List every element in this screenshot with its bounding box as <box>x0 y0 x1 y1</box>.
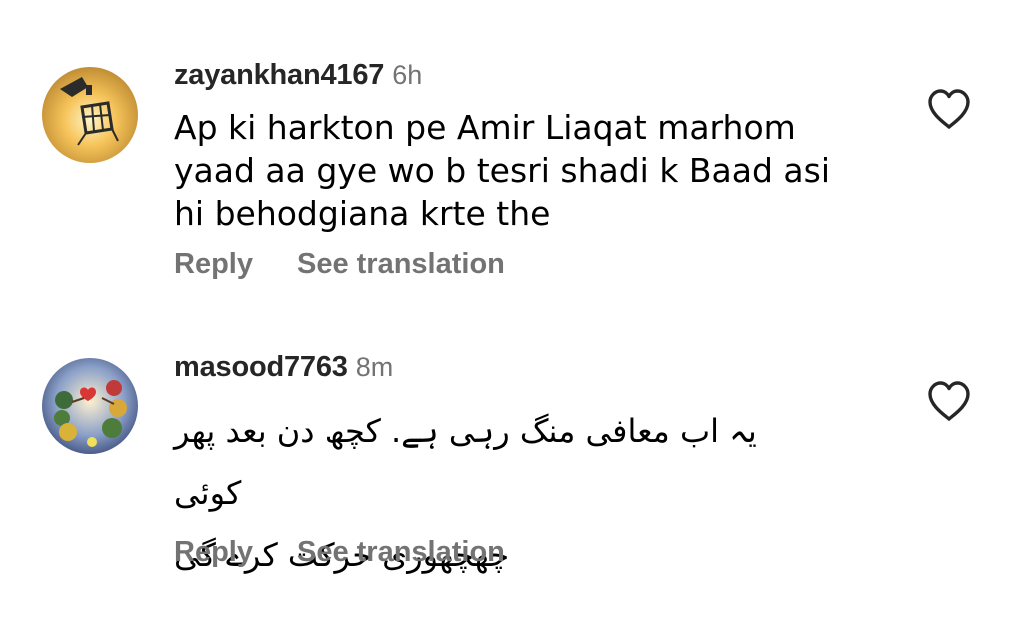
username[interactable]: zayankhan4167 <box>174 59 384 91</box>
avatar[interactable] <box>42 67 138 163</box>
comment-text-line: hi behodgiana krte the <box>174 194 551 233</box>
avatar[interactable] <box>42 358 138 454</box>
comment-text: Ap ki harkton pe Amir Liaqat marhom yaad… <box>174 106 894 235</box>
avatar-image <box>42 358 138 454</box>
see-translation-button[interactable]: See translation <box>297 536 505 568</box>
timestamp: 6h <box>392 60 423 90</box>
comment-actions: Reply See translation <box>174 248 505 281</box>
reply-button[interactable]: Reply <box>174 248 253 280</box>
timestamp: 8m <box>355 352 394 382</box>
comment-header: zayankhan4167 6h <box>174 58 422 93</box>
comment-text-line: yaad aa gye wo b tesri shadi k Baad asi <box>174 151 831 190</box>
avatar-image <box>42 67 138 163</box>
comment-text-line: Ap ki harkton pe Amir Liaqat marhom <box>174 108 796 147</box>
comment-text-line: یہ اب معافی منگ رہی ہے. کچھ دن بعد پھر ک… <box>174 412 757 512</box>
comment-item: zayankhan4167 6h Ap ki harkton pe Amir Li… <box>0 0 1024 300</box>
reply-button[interactable]: Reply <box>174 536 253 568</box>
comment-actions: Reply See translation <box>174 536 505 569</box>
heart-outline-icon[interactable] <box>926 380 972 422</box>
see-translation-button[interactable]: See translation <box>297 248 505 280</box>
username[interactable]: masood7763 <box>174 351 348 383</box>
heart-outline-icon[interactable] <box>926 88 972 130</box>
comment-item: masood7763 8m یہ اب معافی منگ رہی ہے. کچھ… <box>0 300 1024 621</box>
comment-header: masood7763 8m <box>174 350 393 385</box>
